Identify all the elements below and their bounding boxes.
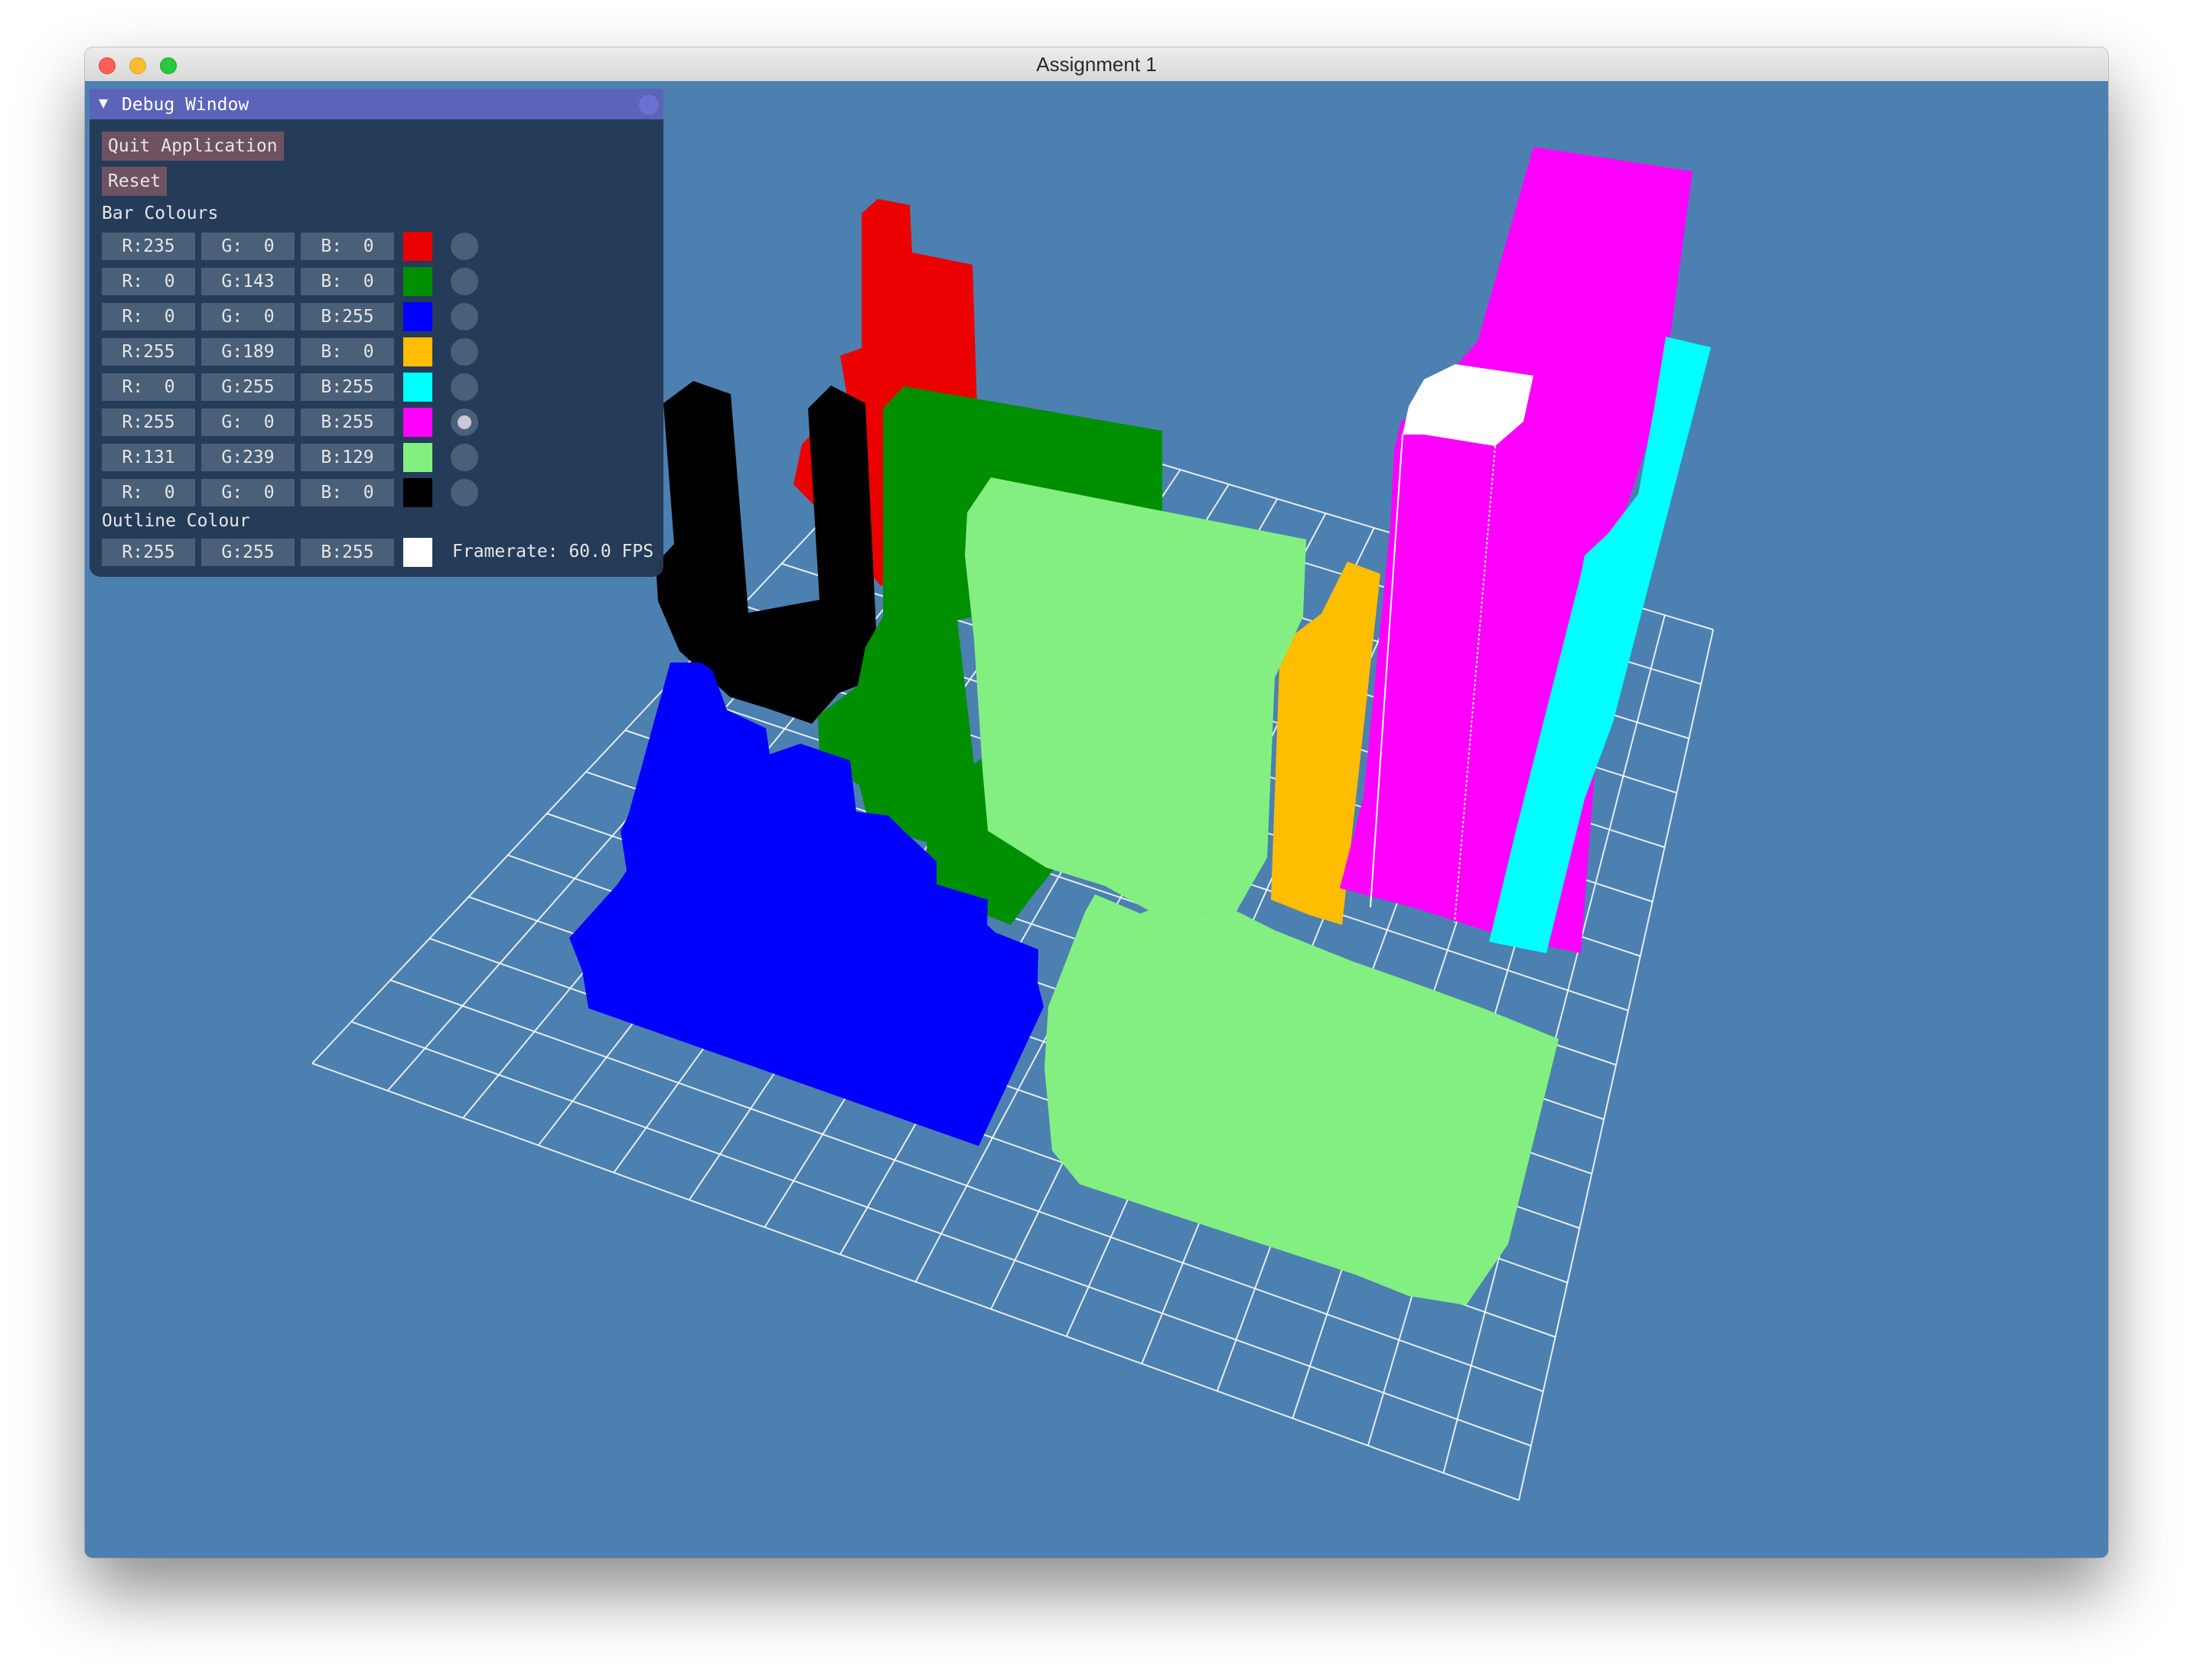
bar-colour-swatch[interactable] (403, 232, 432, 261)
bar-select-radio[interactable] (451, 409, 478, 436)
outline-r-slider[interactable]: R:255 (102, 539, 195, 566)
bar-select-radio[interactable] (451, 444, 478, 471)
bar-colour-swatch[interactable] (403, 408, 432, 437)
outline-b-slider[interactable]: B:255 (301, 539, 394, 566)
bar-colour-b-slider[interactable]: B:255 (301, 373, 394, 401)
bar-select-radio[interactable] (451, 303, 478, 330)
reset-button[interactable]: Reset (102, 167, 168, 196)
bar-colour-b-slider[interactable]: B:129 (301, 444, 394, 471)
bar-colour-g-slider[interactable]: G:189 (201, 338, 295, 366)
bar-colour-g-slider[interactable]: G:255 (201, 373, 295, 401)
bar-colours-heading: Bar Colours (102, 203, 219, 223)
bar-colour-b-slider[interactable]: B:255 (301, 409, 394, 436)
bar-colour-g-slider[interactable]: G:143 (201, 268, 295, 295)
bar-colour-b-slider[interactable]: B: 0 (301, 268, 394, 295)
bar-select-radio[interactable] (451, 233, 478, 260)
debug-close-button[interactable] (639, 95, 659, 115)
bar-light-green-front (1044, 894, 1559, 1305)
bar-colour-b-slider[interactable]: B: 0 (301, 479, 394, 506)
bar-colour-g-slider[interactable]: G: 0 (201, 233, 295, 260)
debug-window-titlebar[interactable]: ▼ Debug Window (90, 89, 663, 119)
outline-colour-heading: Outline Colour (102, 511, 250, 531)
bar-colour-b-slider[interactable]: B:255 (301, 303, 394, 330)
framerate-readout: Framerate: 60.0 FPS (452, 542, 654, 562)
bar-colour-r-slider[interactable]: R:131 (102, 444, 195, 471)
bar-colour-r-slider[interactable]: R:255 (102, 338, 195, 366)
bar-colour-g-slider[interactable]: G: 0 (201, 303, 295, 330)
bar-colour-swatch[interactable] (403, 337, 432, 366)
bar-colour-swatch[interactable] (403, 267, 432, 296)
bar-colour-swatch[interactable] (403, 373, 432, 402)
bar-colour-swatch[interactable] (403, 302, 432, 331)
quit-application-button[interactable]: Quit Application (102, 132, 284, 161)
app-window: Assignment 1 ▼ Debug Window Quit Applica… (85, 47, 2108, 1558)
collapse-arrow-icon[interactable]: ▼ (99, 93, 108, 112)
bar-colour-r-slider[interactable]: R:235 (102, 233, 195, 260)
bar-select-radio[interactable] (451, 479, 478, 506)
outline-g-slider[interactable]: G:255 (201, 539, 295, 566)
bar-colour-b-slider[interactable]: B: 0 (301, 233, 394, 260)
window-title: Assignment 1 (1036, 53, 1157, 76)
debug-window[interactable]: ▼ Debug Window Quit Application Reset Ba… (90, 89, 663, 577)
debug-window-title: Debug Window (122, 95, 249, 115)
bar-colour-swatch[interactable] (403, 478, 432, 507)
bar-colour-b-slider[interactable]: B: 0 (301, 338, 394, 366)
bar-colour-r-slider[interactable]: R: 0 (102, 268, 195, 295)
outline-colour-swatch[interactable] (403, 538, 432, 567)
window-titlebar[interactable]: Assignment 1 (85, 47, 2108, 82)
bar-colour-r-slider[interactable]: R: 0 (102, 479, 195, 506)
bar-select-radio[interactable] (451, 373, 478, 401)
bar-select-radio[interactable] (451, 268, 478, 295)
bar-colour-g-slider[interactable]: G: 0 (201, 409, 295, 436)
3d-viewport[interactable]: ▼ Debug Window Quit Application Reset Ba… (85, 81, 2108, 1558)
bar-colour-g-slider[interactable]: G: 0 (201, 479, 295, 506)
bar-colour-swatch[interactable] (403, 443, 432, 472)
bar-colour-r-slider[interactable]: R:255 (102, 409, 195, 436)
bar-colour-r-slider[interactable]: R: 0 (102, 373, 195, 401)
bar-colour-r-slider[interactable]: R: 0 (102, 303, 195, 330)
bar-colour-g-slider[interactable]: G:239 (201, 444, 295, 471)
bar-select-radio[interactable] (451, 338, 478, 366)
